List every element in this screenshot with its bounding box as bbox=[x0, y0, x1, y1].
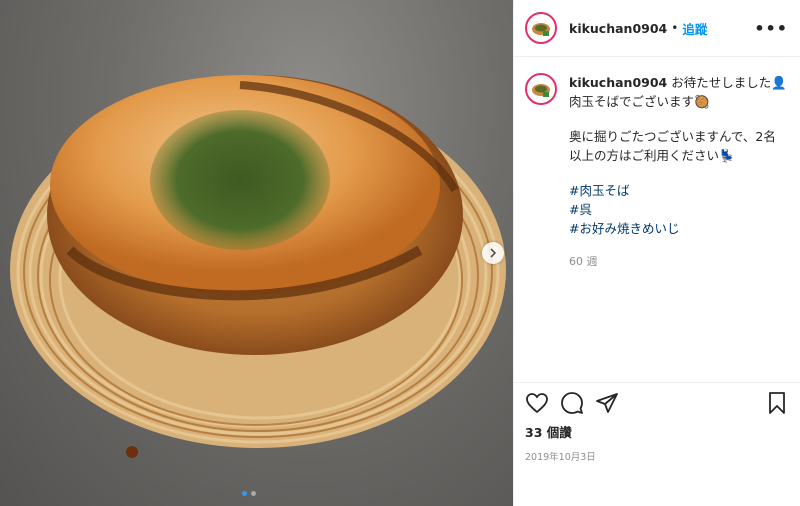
heart-icon[interactable] bbox=[525, 391, 549, 415]
action-icons bbox=[525, 391, 789, 415]
seat-emoji-icon: 💺 bbox=[719, 148, 735, 163]
person-emoji-icon: 👤 bbox=[771, 75, 787, 90]
hashtags: #肉玉そば #呉 #お好み焼きめいじ bbox=[569, 181, 788, 238]
action-bar: 33 個讚 2019年10月3日 bbox=[514, 382, 800, 463]
header-username[interactable]: kikuchan0904 bbox=[569, 21, 667, 36]
more-options-button[interactable]: ••• bbox=[754, 19, 788, 38]
post-date[interactable]: 2019年10月3日 bbox=[525, 449, 789, 463]
chevron-right-icon bbox=[490, 248, 497, 258]
next-slide-button[interactable] bbox=[482, 242, 504, 264]
caption-paragraph-2: 奥に掘りごたつございますんで、2名以上の方はご利用ください💺 bbox=[569, 127, 788, 165]
comment-icon[interactable] bbox=[560, 391, 584, 415]
caption-username[interactable]: kikuchan0904 bbox=[569, 75, 667, 90]
caption-text-2: 肉玉そばでございます bbox=[569, 94, 695, 109]
carousel-dot bbox=[251, 491, 256, 496]
follow-button[interactable]: 追蹤 bbox=[682, 19, 707, 38]
avatar[interactable] bbox=[525, 12, 557, 44]
hashtag-link[interactable]: #お好み焼きめいじ bbox=[569, 219, 788, 238]
hashtag-link[interactable]: #呉 bbox=[569, 200, 788, 219]
comment-timestamp[interactable]: 60 週 bbox=[569, 252, 788, 271]
caption-text-3: 奥に掘りごたつございますんで、2名以上の方はご利用ください bbox=[569, 129, 776, 163]
hashtag-link[interactable]: #肉玉そば bbox=[569, 181, 788, 200]
post-header: kikuchan0904 • 追蹤 ••• bbox=[514, 0, 800, 57]
separator-dot: • bbox=[671, 21, 679, 35]
post-sidebar: kikuchan0904 • 追蹤 ••• kikuchan0904 お待たせし… bbox=[513, 0, 800, 506]
likes-count[interactable]: 33 個讚 bbox=[525, 422, 789, 441]
post-photo[interactable] bbox=[0, 0, 513, 506]
share-icon[interactable] bbox=[595, 391, 619, 415]
bookmark-icon[interactable] bbox=[765, 391, 789, 415]
caption-body: kikuchan0904 お待たせしました👤 肉玉そばでございます🥘 奥に掘りごた… bbox=[569, 73, 788, 271]
caption-text: お待たせしました bbox=[671, 75, 772, 90]
comments-area: kikuchan0904 お待たせしました👤 肉玉そばでございます🥘 奥に掘りごた… bbox=[514, 57, 800, 379]
carousel-dot-active bbox=[242, 491, 247, 496]
bowl-emoji-icon: 🥘 bbox=[694, 94, 710, 109]
caption-paragraph: kikuchan0904 お待たせしました👤 肉玉そばでございます🥘 bbox=[569, 73, 788, 111]
avatar-logo-icon bbox=[532, 84, 550, 97]
caption: kikuchan0904 お待たせしました👤 肉玉そばでございます🥘 奥に掘りごた… bbox=[525, 73, 788, 271]
caption-avatar[interactable] bbox=[525, 73, 557, 105]
avatar-logo-icon bbox=[532, 23, 550, 36]
okonomiyaki-image bbox=[10, 75, 506, 458]
carousel-indicator bbox=[242, 491, 256, 496]
post-viewer: kikuchan0904 • 追蹤 ••• kikuchan0904 お待たせし… bbox=[0, 0, 800, 506]
